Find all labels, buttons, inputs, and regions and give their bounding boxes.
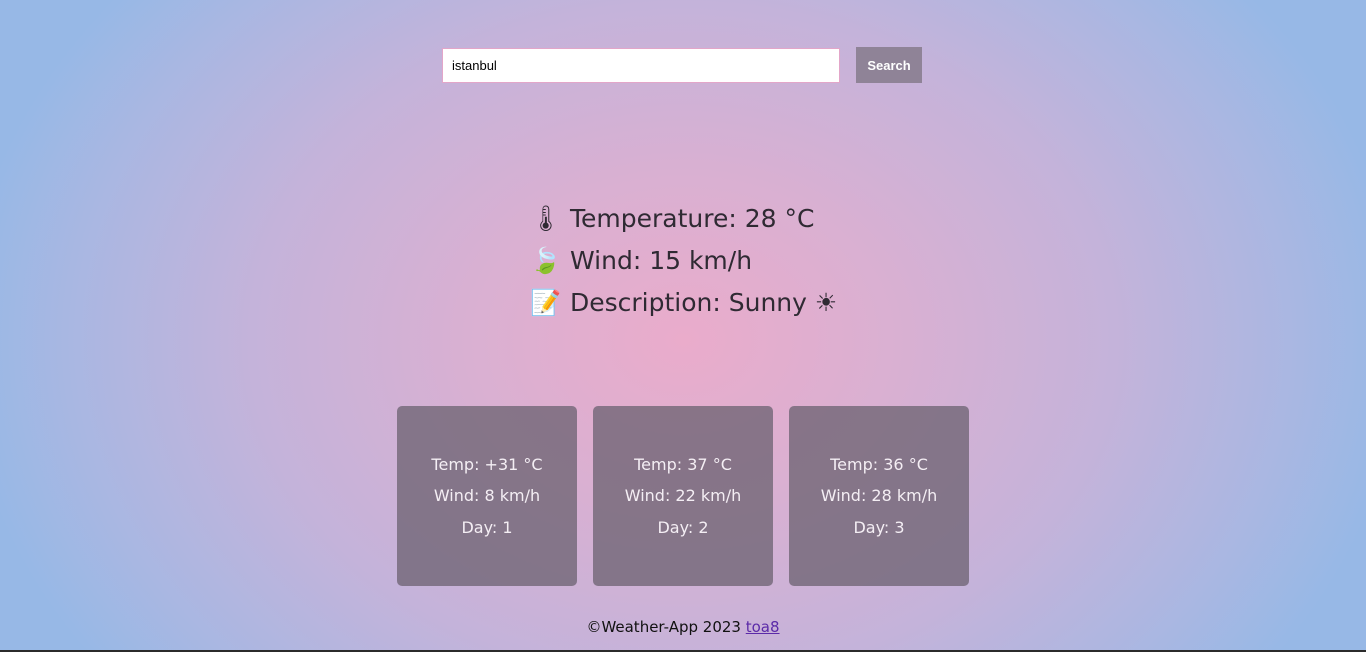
memo-icon: 📝 <box>530 288 562 317</box>
footer: ©Weather-App 2023 toa8 <box>0 618 1366 636</box>
forecast-day: Day: 1 <box>461 517 513 537</box>
leaf-wind-icon: 🍃 <box>530 246 562 275</box>
forecast-temp: Temp: 37 °C <box>634 454 732 474</box>
forecast-temp: Temp: +31 °C <box>431 454 543 474</box>
forecast-temp: Temp: 36 °C <box>830 454 928 474</box>
forecast-wind: Wind: 8 km/h <box>433 486 541 506</box>
thermometer-icon: 🌡 <box>530 204 562 233</box>
footer-author-link[interactable]: toa8 <box>746 618 780 636</box>
description-text: Description: Sunny ☀ <box>570 288 838 317</box>
forecast-card-day-2: Temp: 37 °C Wind: 22 km/h Day: 2 <box>593 406 773 586</box>
temperature-text: Temperature: 28 °C <box>570 204 815 233</box>
search-bar: Search <box>442 47 922 83</box>
forecast-day: Day: 2 <box>657 517 709 537</box>
forecast-day: Day: 3 <box>853 517 905 537</box>
forecast-cards: Temp: +31 °C Wind: 8 km/h Day: 1 Temp: 3… <box>397 406 969 586</box>
description-row: 📝 Description: Sunny ☀ <box>528 282 837 324</box>
current-weather: 🌡 Temperature: 28 °C 🍃 Wind: 15 km/h 📝 D… <box>528 198 837 324</box>
forecast-card-day-3: Temp: 36 °C Wind: 28 km/h Day: 3 <box>789 406 969 586</box>
footer-copyright: ©Weather-App 2023 <box>586 618 741 636</box>
forecast-wind: Wind: 28 km/h <box>820 486 938 506</box>
city-search-input[interactable] <box>442 47 840 83</box>
wind-text: Wind: 15 km/h <box>570 246 753 275</box>
search-button[interactable]: Search <box>856 47 922 83</box>
forecast-card-day-1: Temp: +31 °C Wind: 8 km/h Day: 1 <box>397 406 577 586</box>
forecast-wind: Wind: 22 km/h <box>624 486 742 506</box>
wind-row: 🍃 Wind: 15 km/h <box>528 240 837 282</box>
temperature-row: 🌡 Temperature: 28 °C <box>528 198 837 240</box>
